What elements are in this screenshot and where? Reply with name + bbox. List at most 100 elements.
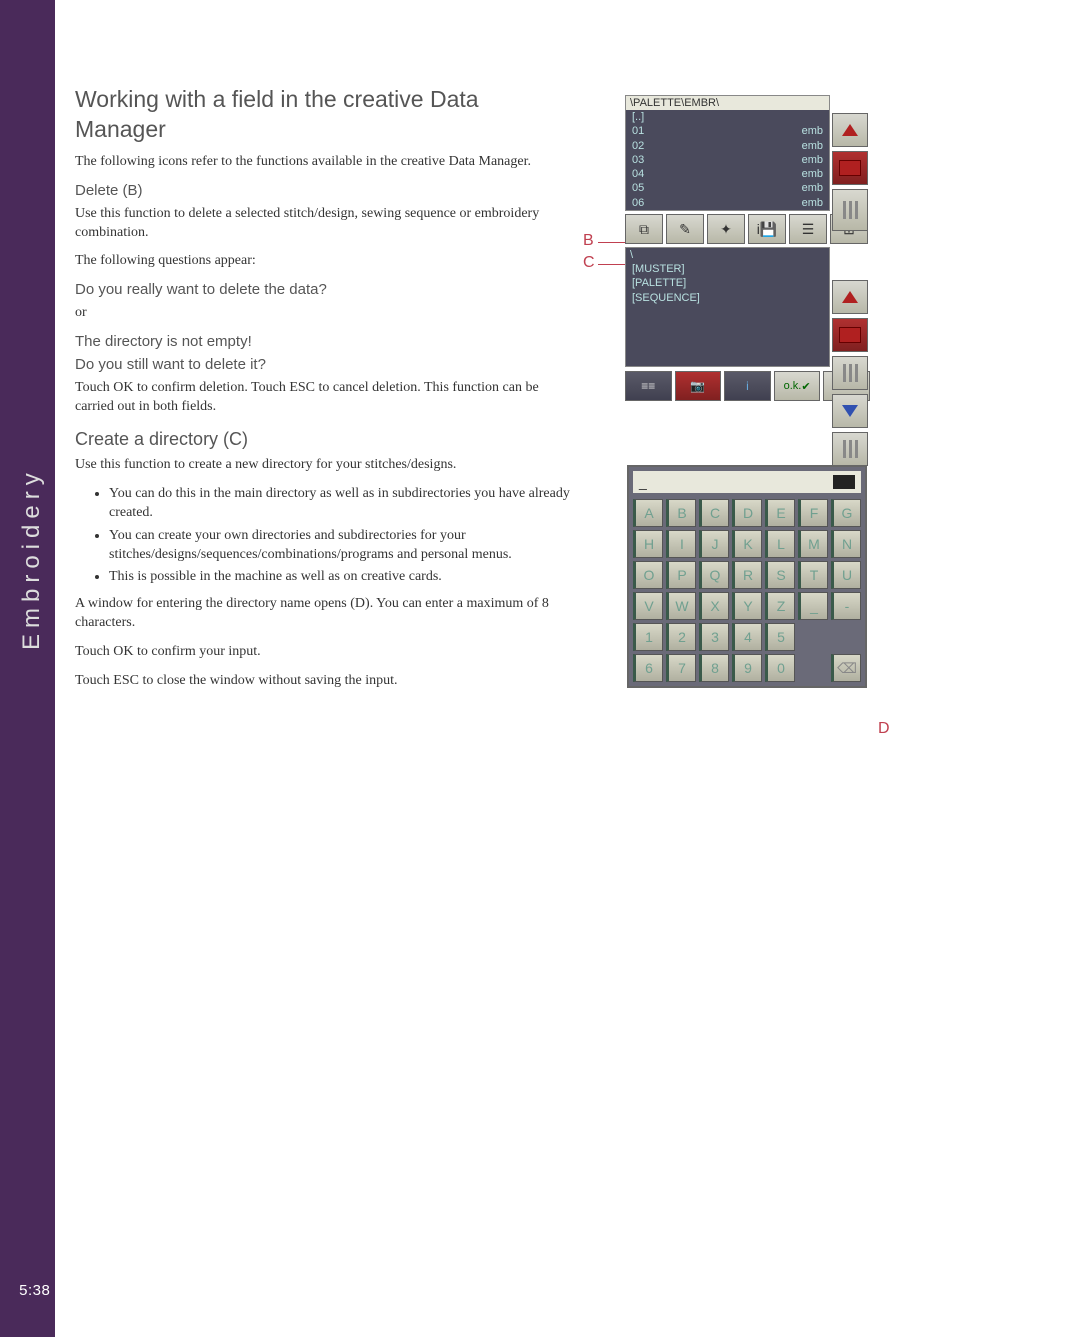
delete-q1: Do you really want to delete the data? — [75, 281, 575, 298]
copy-button[interactable]: ⧉ — [625, 214, 663, 244]
callout-c-line — [598, 264, 625, 265]
card-slot-button-2[interactable] — [832, 318, 868, 352]
file-manager-screenshot: \PALETTE\EMBR\ [..]01emb02emb03emb04emb0… — [625, 95, 870, 425]
key-z[interactable]: Z — [765, 592, 795, 620]
key-m[interactable]: M — [798, 530, 828, 558]
info-button[interactable]: i — [724, 371, 771, 401]
key-6[interactable]: 6 — [633, 654, 663, 682]
key-s[interactable]: S — [765, 561, 795, 589]
side-stripe — [0, 0, 55, 1337]
bottom-side-buttons — [832, 280, 870, 466]
delete-q2: The directory is not empty! — [75, 333, 575, 350]
file-row[interactable]: [SEQUENCE] — [626, 291, 829, 305]
top-panel: \PALETTE\EMBR\ [..]01emb02emb03emb04emb0… — [625, 95, 830, 211]
key-o[interactable]: O — [633, 561, 663, 589]
key-x[interactable]: X — [699, 592, 729, 620]
key-b[interactable]: B — [666, 499, 696, 527]
key-g[interactable]: G — [831, 499, 861, 527]
page-number: 5:38 — [19, 1282, 50, 1299]
key-h[interactable]: H — [633, 530, 663, 558]
key-c[interactable]: C — [699, 499, 729, 527]
ok-button[interactable]: o.k.✔ — [774, 371, 821, 401]
key-1[interactable]: 1 — [633, 623, 663, 651]
file-row[interactable]: 06emb — [626, 196, 829, 210]
keyboard-keys: ABCDEFG HIJKLMN OPQRSTU VWXYZ_- 12345 67890 ⌫ — [633, 499, 861, 682]
key-w[interactable]: W — [666, 592, 696, 620]
callout-b: B — [583, 232, 594, 250]
create-p2: A window for entering the directory name… — [75, 595, 575, 633]
page-title: Working with a field in the creative Dat… — [75, 85, 575, 145]
key-2[interactable]: 2 — [666, 623, 696, 651]
scroll-indicator[interactable] — [832, 189, 868, 231]
file-row[interactable]: [PALETTE] — [626, 276, 829, 290]
file-row[interactable]: 04emb — [626, 167, 829, 181]
bullet-2: You can create your own directories and … — [109, 527, 575, 565]
key-l[interactable]: L — [765, 530, 795, 558]
card-slot-button[interactable] — [832, 151, 868, 185]
scroll-down-button-2[interactable] — [832, 394, 868, 428]
key-e[interactable]: E — [765, 499, 795, 527]
key-d[interactable]: D — [732, 499, 762, 527]
callout-c: C — [583, 254, 595, 272]
key-⌫[interactable]: ⌫ — [831, 654, 861, 682]
key-f[interactable]: F — [798, 499, 828, 527]
new-folder-button[interactable]: ✦ — [707, 214, 745, 244]
key-r[interactable]: R — [732, 561, 762, 589]
key-v[interactable]: V — [633, 592, 663, 620]
file-row[interactable]: 03emb — [626, 153, 829, 167]
eraser-button[interactable]: ✎ — [666, 214, 704, 244]
key-5[interactable]: 5 — [765, 623, 795, 651]
key-i[interactable]: I — [666, 530, 696, 558]
key-3[interactable]: 3 — [699, 623, 729, 651]
create-p4: Touch ESC to close the window without sa… — [75, 672, 575, 691]
key--[interactable]: - — [831, 592, 861, 620]
bottom-path: \ — [626, 248, 829, 262]
keyboard-display: _ — [633, 471, 861, 493]
scroll-up-button[interactable] — [832, 113, 868, 147]
key-a[interactable]: A — [633, 499, 663, 527]
camera-button[interactable]: 📷 — [675, 371, 722, 401]
top-path: \PALETTE\EMBR\ — [626, 96, 829, 110]
key-0[interactable]: 0 — [765, 654, 795, 682]
key-n[interactable]: N — [831, 530, 861, 558]
file-row[interactable]: [..] — [626, 110, 829, 124]
file-row[interactable]: [MUSTER] — [626, 262, 829, 276]
create-heading: Create a directory (C) — [75, 429, 575, 450]
info-disk-button[interactable]: i💾 — [748, 214, 786, 244]
key-8[interactable]: 8 — [699, 654, 729, 682]
delete-or: or — [75, 304, 575, 323]
list-view-button[interactable]: ☰ — [789, 214, 827, 244]
key-k[interactable]: K — [732, 530, 762, 558]
intro-text: The following icons refer to the functio… — [75, 153, 575, 172]
file-row[interactable]: 05emb — [626, 181, 829, 195]
callout-b-line — [598, 242, 625, 243]
file-row[interactable]: 02emb — [626, 139, 829, 153]
key-7[interactable]: 7 — [666, 654, 696, 682]
keyboard-cursor: _ — [639, 474, 647, 490]
key-j[interactable]: J — [699, 530, 729, 558]
side-label: Embroidery — [18, 467, 46, 650]
bottom-panel: \ [MUSTER][PALETTE][SEQUENCE] — [625, 247, 830, 367]
scroll-indicator-2[interactable] — [832, 356, 868, 390]
delete-heading: Delete (B) — [75, 182, 575, 199]
top-side-buttons — [832, 113, 870, 231]
bullet-1: You can do this in the main directory as… — [109, 485, 575, 523]
delete-p3: Touch OK to confirm deletion. Touch ESC … — [75, 379, 575, 417]
key-u[interactable]: U — [831, 561, 861, 589]
key-q[interactable]: Q — [699, 561, 729, 589]
scroll-indicator-3[interactable] — [832, 432, 868, 466]
list-mode-button[interactable]: ≡≡ — [625, 371, 672, 401]
folder-icon — [833, 475, 855, 489]
create-p1: Use this function to create a new direct… — [75, 456, 575, 475]
key-y[interactable]: Y — [732, 592, 762, 620]
key-p[interactable]: P — [666, 561, 696, 589]
callout-d: D — [878, 720, 890, 738]
key-t[interactable]: T — [798, 561, 828, 589]
key-4[interactable]: 4 — [732, 623, 762, 651]
delete-q3: Do you still want to delete it? — [75, 356, 575, 373]
key-_[interactable]: _ — [798, 592, 828, 620]
key-9[interactable]: 9 — [732, 654, 762, 682]
create-bullets: You can do this in the main directory as… — [109, 485, 575, 587]
scroll-up-button-2[interactable] — [832, 280, 868, 314]
file-row[interactable]: 01emb — [626, 124, 829, 138]
